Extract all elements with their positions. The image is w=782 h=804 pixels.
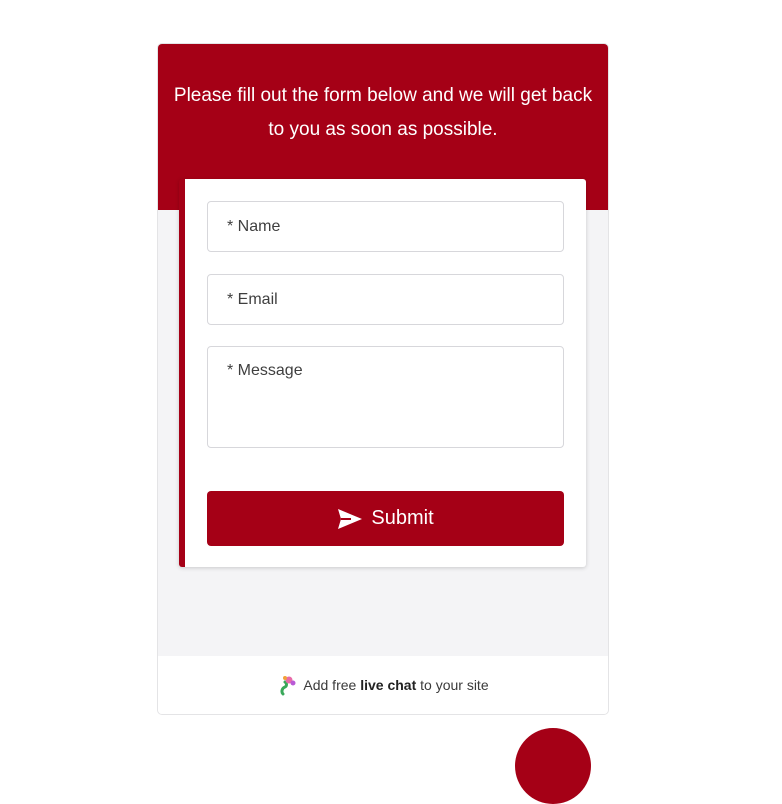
name-field[interactable] [207, 201, 564, 252]
footer-suffix: to your site [420, 677, 489, 693]
header-message: Please fill out the form below and we wi… [173, 85, 593, 140]
contact-form: Submit [179, 179, 586, 567]
submit-label: Submit [371, 507, 434, 529]
message-field[interactable] [207, 346, 564, 448]
footer-prefix: Add free [303, 677, 357, 693]
footer-bold: live chat [360, 677, 417, 693]
submit-button[interactable]: Submit [207, 491, 564, 546]
email-field[interactable] [207, 274, 564, 325]
chat-widget: Please fill out the form below and we wi… [157, 43, 609, 715]
widget-footer[interactable]: Add free live chat to your site [158, 656, 608, 714]
livechat-logo-icon [277, 674, 297, 696]
chat-launcher-button[interactable] [515, 728, 591, 804]
send-icon [337, 508, 363, 530]
